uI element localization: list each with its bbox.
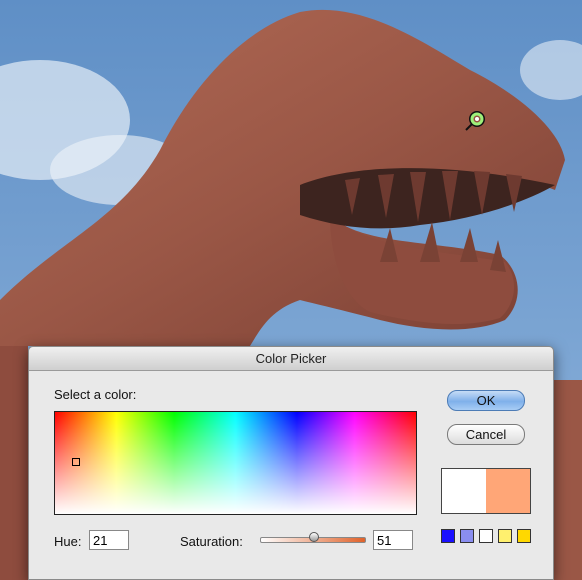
hue-input[interactable]: [89, 530, 129, 550]
preset-swatch[interactable]: [479, 529, 493, 543]
preset-swatches: [441, 529, 531, 543]
select-color-label: Select a color:: [54, 387, 137, 402]
preset-swatch[interactable]: [441, 529, 455, 543]
dialog-title: Color Picker: [29, 347, 553, 371]
new-color-swatch: [486, 469, 530, 513]
preset-swatch[interactable]: [517, 529, 531, 543]
previous-color-swatch: [442, 469, 486, 513]
saturation-slider-thumb[interactable]: [309, 532, 320, 542]
ok-button[interactable]: OK: [447, 390, 525, 411]
hue-label: Hue:: [54, 534, 82, 549]
cancel-button[interactable]: Cancel: [447, 424, 525, 445]
preset-swatch[interactable]: [460, 529, 474, 543]
color-picker-dialog: Color Picker Select a color: OK Cancel H…: [28, 346, 554, 580]
color-preview: [441, 468, 531, 514]
eyedropper-icon: [465, 111, 485, 131]
color-spectrum[interactable]: [54, 411, 417, 515]
saturation-input[interactable]: [373, 530, 413, 550]
spectrum-selection-marker[interactable]: [72, 458, 80, 466]
saturation-label: Saturation:: [180, 534, 243, 549]
preset-swatch[interactable]: [498, 529, 512, 543]
